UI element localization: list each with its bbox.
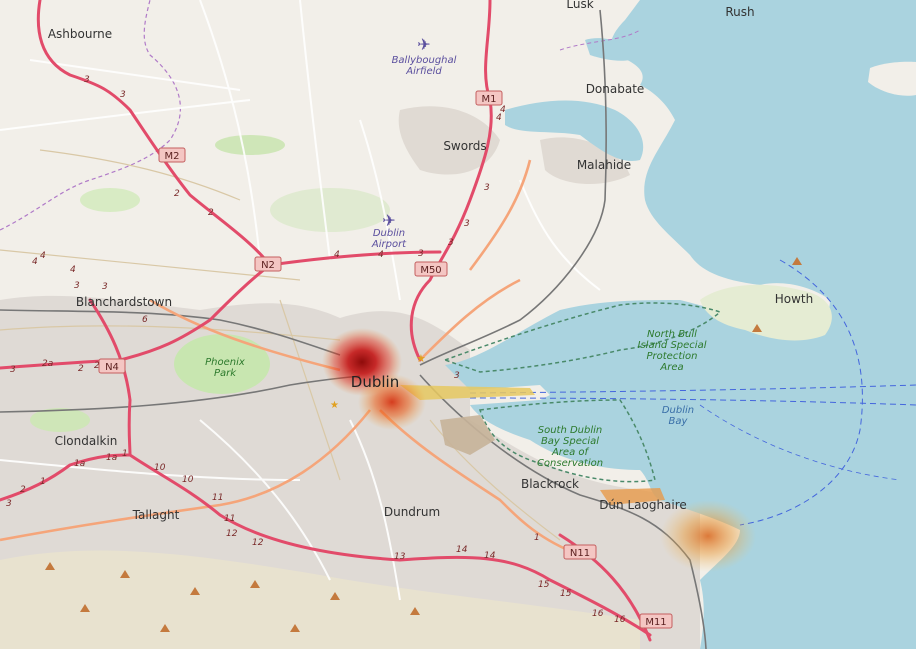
junction-label: 1 [534,533,540,543]
sdb-label-3: Area of [551,447,590,458]
junction-label: 14 [484,551,496,561]
park-west [80,188,140,212]
sdb-label-1: South Dublin [538,425,603,436]
airport-grounds [270,188,390,232]
shield-m11: M11 [639,613,673,629]
star-marker: ★ [330,400,339,411]
junction-label: 4 [334,250,340,260]
nbull-label-3: Protection [647,351,698,362]
svg-text:N4: N4 [105,362,119,373]
shield-n2: N2 [254,256,282,272]
junction-label: 12 [226,529,238,539]
sdb-label-4: Conservation [537,458,603,469]
nbull-label-4: Area [659,362,683,373]
ballyboughal-label-2: Airfield [405,66,442,77]
shield-n11: N11 [563,544,597,560]
junction-label: 16 [614,615,626,625]
airport-label-1: Dublin [373,228,405,239]
junction-label: 4 [40,251,46,261]
town-tallaght: Tallaght [132,508,180,522]
sdb-label-2: Bay Special [541,436,599,447]
map-canvas[interactable]: ✈ ✈ Ballyboughal Airfield Dublin Airport… [0,0,916,649]
junction-label: 15 [538,580,550,590]
junction-label: 4 [378,250,384,260]
junction-label: 1 [40,477,46,487]
bay-label-2: Bay [669,416,689,427]
city-dublin: Dublin [351,373,399,391]
junction-label: 3 [84,75,90,85]
junction-label: 3 [6,499,12,509]
junction-label: 4 [70,265,76,275]
junction-label: 15 [560,589,572,599]
town-rush: Rush [725,5,754,19]
shield-m1: M1 [475,90,503,106]
nbull-label-2: Island Special [638,340,707,351]
junction-label: 3 [448,238,454,248]
junction-label: 11 [212,493,223,503]
junction-label: 16 [592,609,604,619]
park-north [215,135,285,155]
town-clondalkin: Clondalkin [55,434,118,448]
junction-label: 4 [32,257,38,267]
town-lusk: Lusk [566,0,593,11]
junction-label: 1a [74,459,85,469]
bay-label-1: Dublin [662,405,694,416]
airport-label-2: Airport [371,239,407,250]
junction-label: 6 [142,315,148,325]
shield-m2: M2 [158,147,186,163]
junction-label: 2a [42,359,53,369]
town-dun-laoghaire: Dún Laoghaire [599,498,687,512]
svg-text:M50: M50 [420,265,441,276]
junction-label: 2 [174,189,180,199]
map-viewport[interactable]: ✈ ✈ Ballyboughal Airfield Dublin Airport… [0,0,916,649]
junction-label: 11 [224,514,235,524]
svg-text:N2: N2 [261,260,275,271]
junction-label: 12 [252,538,264,548]
junction-label: 3 [484,183,490,193]
junction-label: 3 [418,249,424,259]
junction-label: 3 [464,219,470,229]
town-blanchardstown: Blanchardstown [76,295,172,309]
junction-label: 2 [94,361,100,371]
town-swords: Swords [443,139,486,153]
svg-text:M11: M11 [645,617,666,628]
town-dundrum: Dundrum [384,505,440,519]
junction-label: 2 [78,364,84,374]
junction-label: 3 [120,90,126,100]
town-malahide: Malahide [577,158,631,172]
svg-text:M1: M1 [482,94,497,105]
junction-label: 10 [182,475,194,485]
nbull-label-1: North Bull [647,329,697,340]
town-ashbourne: Ashbourne [48,27,112,41]
star-marker: ★ [416,352,426,365]
junction-label: 1a [106,453,117,463]
phoenix-label-1: Phoenix [205,357,245,368]
ballyboughal-label-1: Ballyboughal [392,55,457,66]
phoenix-label-2: Park [214,368,237,379]
svg-text:N11: N11 [570,548,590,559]
junction-label: 3 [102,282,108,292]
town-donabate: Donabate [586,82,645,96]
junction-label: 1 [122,449,128,459]
junction-label: 2 [20,485,26,495]
shield-n4: N4 [98,358,126,374]
airfield-icon: ✈ [417,35,430,54]
junction-label: 14 [456,545,468,555]
junction-label: 3 [74,281,80,291]
town-blackrock: Blackrock [521,477,579,491]
svg-text:M2: M2 [165,151,180,162]
junction-label: 2 [208,208,214,218]
junction-label: 10 [154,463,166,473]
shield-m50: M50 [414,261,448,277]
junction-label: 4 [500,105,506,115]
town-howth: Howth [775,292,814,306]
junction-label: 3 [454,371,460,381]
junction-label: 3 [10,365,16,375]
junction-label: 13 [394,552,406,562]
